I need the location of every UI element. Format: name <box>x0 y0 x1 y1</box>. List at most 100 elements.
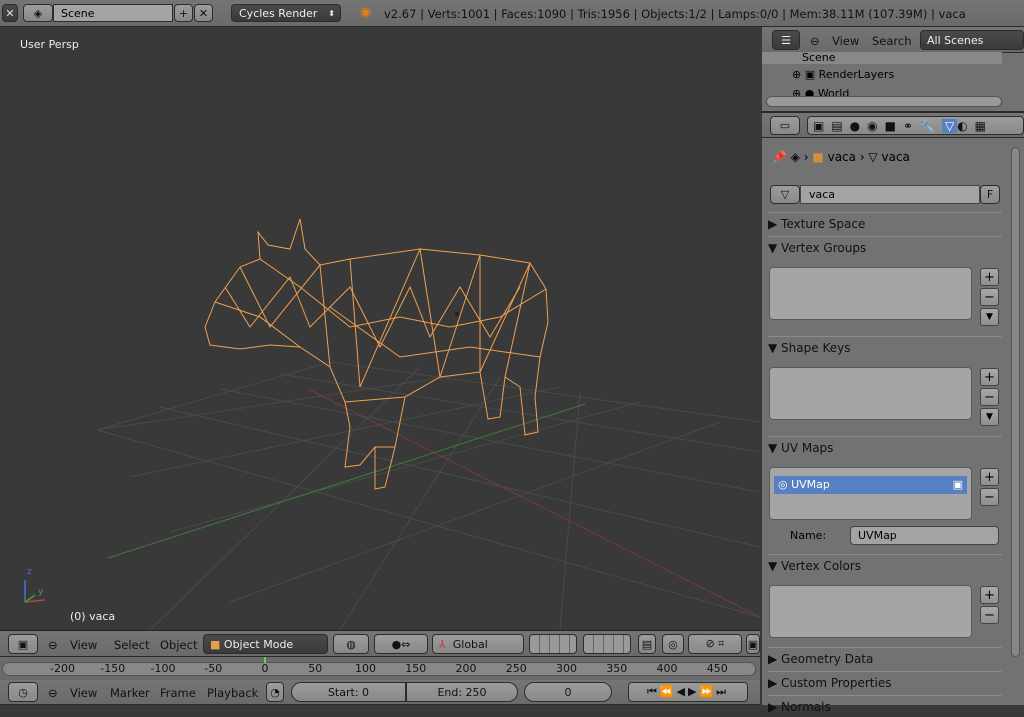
end-frame-field[interactable]: End: 250 <box>406 682 518 702</box>
shape-keys-list[interactable] <box>769 367 972 420</box>
timeline-tick-label: 50 <box>308 662 323 675</box>
timeline-editor-type-button[interactable]: ◷ <box>8 682 38 702</box>
vertex-group-specials-button[interactable]: ▼ <box>980 308 999 326</box>
vertex-groups-list[interactable] <box>769 267 972 320</box>
start-frame-field[interactable]: Start: 0 <box>291 682 406 702</box>
panel-texture-space[interactable]: ▶ Texture Space <box>768 212 1002 234</box>
uv-map-name-field[interactable]: UVMap <box>850 526 999 545</box>
panel-vertex-colors[interactable]: ▼ Vertex Colors <box>768 554 1002 576</box>
layers-grid-1[interactable] <box>529 634 577 654</box>
shading-select[interactable]: ◍ <box>333 634 369 654</box>
timeline-tick-label: 100 <box>355 662 376 675</box>
properties-editor-type-button[interactable]: ▭ <box>770 116 800 135</box>
add-vertex-group-button[interactable]: + <box>980 268 999 286</box>
outliner-search-menu[interactable]: Search <box>872 34 912 48</box>
context-tabs[interactable]: ▣▤●◉■⚭🔧 ▽ ◐▦ <box>807 116 1024 135</box>
add-scene-button[interactable]: + <box>174 4 193 22</box>
collapse-icon[interactable]: ⊖ <box>48 686 58 700</box>
object-menu[interactable]: Object <box>160 638 197 652</box>
remove-uv-map-button[interactable]: − <box>980 488 999 506</box>
add-uv-map-button[interactable]: + <box>980 468 999 486</box>
info-header: ✕ ◈ Scene + ✕ Cycles Render ⬍ ◉ v2.67 | V… <box>0 0 1024 27</box>
timeline-tick-label: -150 <box>100 662 126 675</box>
breadcrumb-mesh: vaca <box>881 150 910 164</box>
axis-y-label: y <box>38 587 44 597</box>
fake-user-button[interactable]: F <box>980 185 1000 204</box>
timeline-tick-label: 150 <box>405 662 427 675</box>
playback-menu[interactable]: Playback <box>207 686 258 700</box>
timeline-tick-label: 250 <box>505 662 527 675</box>
preview-range-button[interactable]: ◔ <box>266 682 284 702</box>
timeline-ruler[interactable]: -200 -150 -100 -50 0 50 100 150 200 250 300 350 400 4… <box>0 657 760 680</box>
timeline-tick-label: 350 <box>606 662 628 675</box>
outliner-item-scene[interactable]: Scene <box>762 52 1002 64</box>
select-menu[interactable]: Select <box>114 638 149 652</box>
render-engine-select[interactable]: Cycles Render ⬍ <box>231 4 341 22</box>
mode-select[interactable]: ■ Object Mode <box>203 634 328 654</box>
uv-map-item[interactable]: ◎ UVMap ▣ <box>774 476 967 494</box>
outliner: ☰ ⊖ View Search All Scenes Scene ⊕ ▣ Ren… <box>762 27 1024 111</box>
current-frame-field[interactable]: 0 <box>524 682 612 702</box>
timeline-view-menu[interactable]: View <box>70 686 97 700</box>
mesh-name-field[interactable]: vaca <box>800 185 980 204</box>
3d-viewport[interactable]: User Persp (0) vaca z y <box>0 27 760 630</box>
display-filter-select[interactable]: All Scenes <box>920 30 1024 50</box>
outliner-editor-type-button[interactable]: ☰ <box>772 30 800 50</box>
timeline-tick-label: -200 <box>50 662 75 675</box>
render-icon[interactable]: ▣ <box>746 634 760 654</box>
floor-grid <box>96 361 760 630</box>
add-shape-key-button[interactable]: + <box>980 368 999 386</box>
timeline-tick-label: 300 <box>556 662 577 675</box>
timeline-header: ◷ ⊖ View Marker Frame Playback ◔ Start: … <box>0 680 760 705</box>
outliner-item-renderlayers[interactable]: ⊕ ▣ RenderLayers <box>792 68 894 82</box>
outliner-h-scrollbar[interactable] <box>766 96 1002 107</box>
remove-shape-key-button[interactable]: − <box>980 388 999 406</box>
delete-scene-button[interactable]: ✕ <box>194 4 213 22</box>
name-label: Name: <box>790 529 827 542</box>
view-menu[interactable]: View <box>70 638 97 652</box>
view3d-header: ▣ ⊖ View Select Object ■ Object Mode ◍ ●… <box>0 630 760 657</box>
orientation-select[interactable]: ⅄ Global <box>432 634 524 654</box>
timeline-tick-label: 0 <box>261 662 269 675</box>
panel-custom-properties[interactable]: ▶ Custom Properties <box>768 671 1002 693</box>
panel-shape-keys[interactable]: ▼ Shape Keys <box>768 336 1002 358</box>
properties-scrollbar[interactable] <box>1011 147 1020 657</box>
remove-vertex-group-button[interactable]: − <box>980 288 999 306</box>
marker-menu[interactable]: Marker <box>110 686 150 700</box>
axis-z-label: z <box>27 567 32 577</box>
renderlayers-label: RenderLayers <box>818 68 895 81</box>
timeline-tick-label: 450 <box>706 662 728 675</box>
close-icon[interactable]: ✕ <box>2 4 18 22</box>
vertex-colors-list[interactable] <box>769 585 972 638</box>
scene-name-field[interactable]: Scene <box>53 4 173 22</box>
pivot-select[interactable]: ●⇔ <box>374 634 428 654</box>
add-vertex-color-button[interactable]: + <box>980 586 999 604</box>
panel-normals[interactable]: ▶ Normals <box>768 695 1002 717</box>
collapse-icon[interactable]: ⊖ <box>48 638 58 652</box>
render-engine-label: Cycles Render <box>239 6 318 20</box>
breadcrumb: 📌 ◈ › ■ vaca › ▽ vaca <box>772 150 910 164</box>
layers-grid-2[interactable] <box>583 634 631 654</box>
remove-vertex-color-button[interactable]: − <box>980 606 999 624</box>
panel-vertex-groups[interactable]: ▼ Vertex Groups <box>768 236 1002 258</box>
proportional-edit-icon[interactable]: ◎ <box>662 634 684 654</box>
snap-icon[interactable]: ⊘ ⌗ <box>688 634 742 654</box>
panel-geometry-data[interactable]: ▶ Geometry Data <box>768 647 1002 669</box>
timeline-tick-label: 400 <box>656 662 678 675</box>
editor-type-button[interactable]: ▣ <box>8 634 38 654</box>
playback-controls[interactable]: ⏮⏪◀▶⏩⏭ <box>628 682 748 702</box>
panel-uv-maps[interactable]: ▼ UV Maps <box>768 436 1002 458</box>
breadcrumb-object: vaca <box>827 150 856 164</box>
orientation-label: Global <box>452 637 488 651</box>
timeline-tick-label: -100 <box>150 662 176 675</box>
lock-camera-icon[interactable]: ▤ <box>638 634 656 654</box>
shape-key-specials-button[interactable]: ▼ <box>980 408 999 426</box>
outliner-view-menu[interactable]: View <box>832 34 859 48</box>
mesh-browse-button[interactable]: ▽ <box>770 185 800 204</box>
collapse-icon[interactable]: ⊖ <box>810 34 820 48</box>
timeline-tick-label: -50 <box>204 662 223 675</box>
frame-menu[interactable]: Frame <box>160 686 196 700</box>
x-axis-line <box>107 403 586 559</box>
viewport-scene <box>24 218 760 630</box>
scene-selector-button[interactable]: ◈ <box>23 4 53 22</box>
